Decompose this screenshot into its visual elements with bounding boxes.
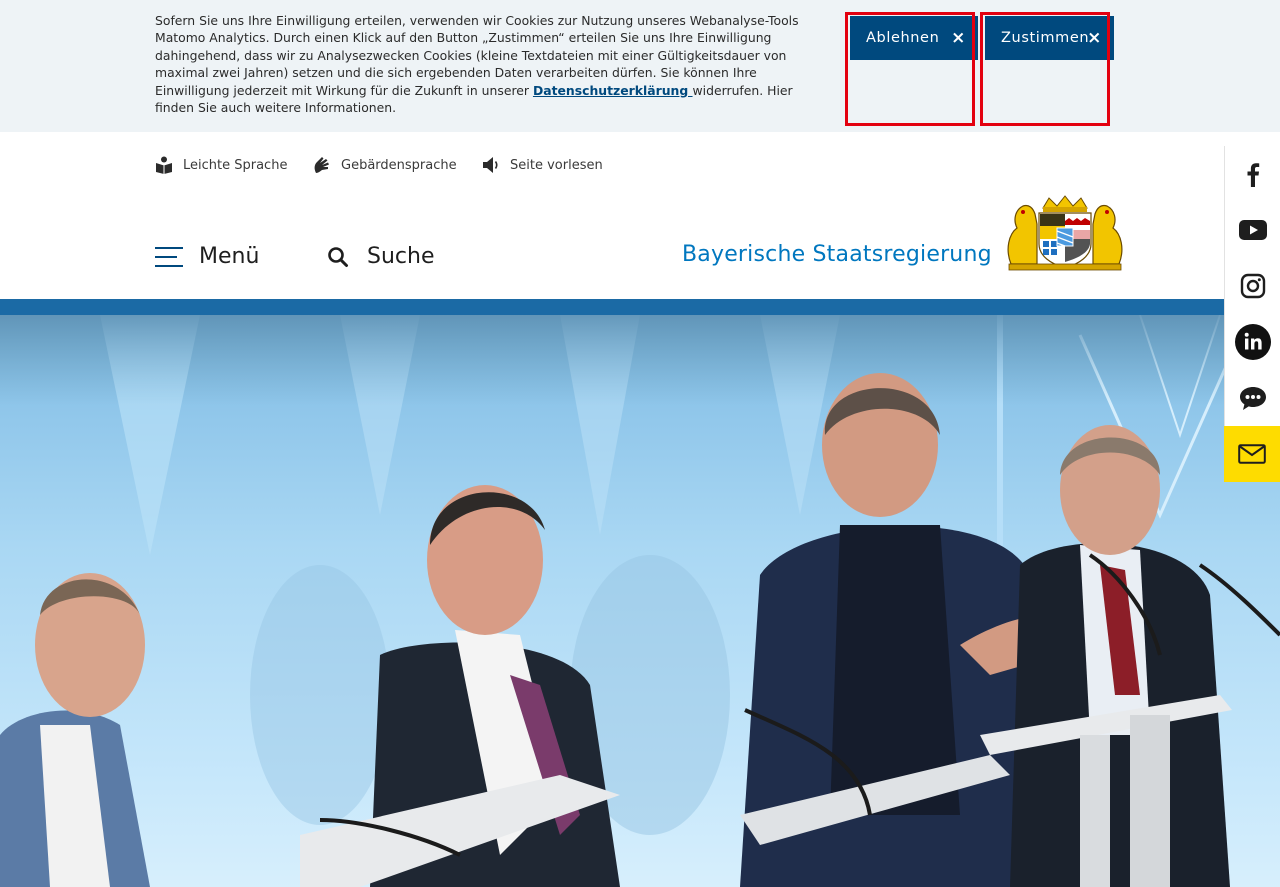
book-reader-icon <box>156 156 172 174</box>
cookie-text: Sofern Sie uns Ihre Einwilligung erteile… <box>155 12 805 116</box>
facebook-icon <box>1247 163 1259 187</box>
hamburger-icon <box>155 246 183 267</box>
site-header: Leichte Sprache Gebärdensprache Seite vo… <box>0 132 1224 299</box>
sign-language-icon <box>314 157 329 173</box>
decline-label: Ablehnen <box>866 30 940 46</box>
menu-button[interactable]: Menü <box>155 244 259 269</box>
chat-link[interactable] <box>1224 370 1280 426</box>
search-label: Suche <box>367 244 435 269</box>
youtube-icon <box>1238 220 1267 240</box>
menu-label: Menü <box>199 244 260 269</box>
chat-icon <box>1239 387 1266 410</box>
read-aloud-link[interactable]: Seite vorlesen <box>482 156 603 174</box>
hero-image <box>0 315 1280 887</box>
close-icon: × <box>1087 28 1102 48</box>
instagram-link[interactable] <box>1224 258 1280 314</box>
decline-button[interactable]: Ablehnen × <box>850 16 978 60</box>
brand-wordmark[interactable]: Bayerische Staatsregierung <box>682 242 992 267</box>
accept-label: Zustimmen <box>1001 30 1090 46</box>
bavarian-coat-of-arms-logo[interactable] <box>1003 194 1127 272</box>
privacy-policy-link[interactable]: Datenschutzerklärung <box>533 83 693 98</box>
speaker-icon <box>483 157 498 173</box>
header-divider-strip <box>0 299 1280 315</box>
linkedin-link[interactable] <box>1224 314 1280 370</box>
search-button[interactable]: Suche <box>327 244 434 269</box>
linkedin-icon <box>1234 324 1271 360</box>
close-icon: × <box>951 28 966 48</box>
mail-icon <box>1238 444 1266 464</box>
accept-button[interactable]: Zustimmen × <box>985 16 1114 60</box>
press-conference-photo <box>0 315 1280 887</box>
sign-language-label: Gebärdensprache <box>341 157 457 173</box>
easy-language-label: Leichte Sprache <box>183 157 288 173</box>
read-aloud-label: Seite vorlesen <box>510 157 603 173</box>
cookie-banner: Sofern Sie uns Ihre Einwilligung erteile… <box>0 0 1280 132</box>
youtube-link[interactable] <box>1224 202 1280 258</box>
easy-language-link[interactable]: Leichte Sprache <box>155 156 287 174</box>
newsletter-link[interactable] <box>1224 426 1280 482</box>
instagram-icon <box>1240 273 1265 299</box>
sign-language-link[interactable]: Gebärdensprache <box>313 156 457 174</box>
social-sidebar <box>1224 146 1280 482</box>
facebook-link[interactable] <box>1224 146 1280 202</box>
search-icon <box>328 246 348 267</box>
